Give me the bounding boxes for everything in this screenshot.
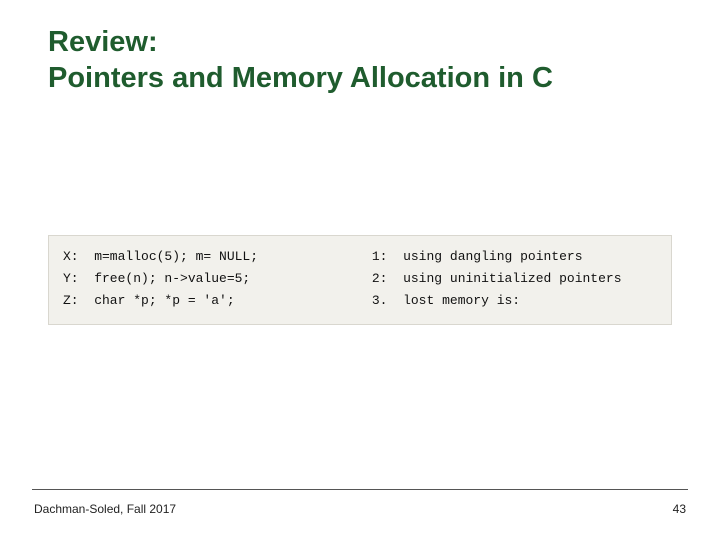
code-line-y: Y: free(n); n->value=5;: [63, 271, 250, 286]
footer-page-number: 43: [673, 502, 686, 516]
code-line-2: 2: using uninitialized pointers: [372, 271, 622, 286]
slide: Review: Pointers and Memory Allocation i…: [0, 0, 720, 540]
code-line-z: Z: char *p; *p = 'a';: [63, 293, 235, 308]
code-line-3: 3. lost memory is:: [372, 293, 520, 308]
footer-rule: [32, 489, 688, 490]
code-column-right: 1: using dangling pointers 2: using unin…: [372, 246, 657, 312]
title-line-1: Review:: [48, 24, 680, 60]
footer-author: Dachman-Soled, Fall 2017: [34, 502, 176, 516]
title-line-2: Pointers and Memory Allocation in C: [48, 60, 680, 96]
slide-title: Review: Pointers and Memory Allocation i…: [48, 24, 680, 97]
code-line-1: 1: using dangling pointers: [372, 249, 583, 264]
code-box: X: m=malloc(5); m= NULL; Y: free(n); n->…: [48, 235, 672, 325]
code-line-x: X: m=malloc(5); m= NULL;: [63, 249, 258, 264]
code-column-left: X: m=malloc(5); m= NULL; Y: free(n); n->…: [63, 246, 372, 312]
